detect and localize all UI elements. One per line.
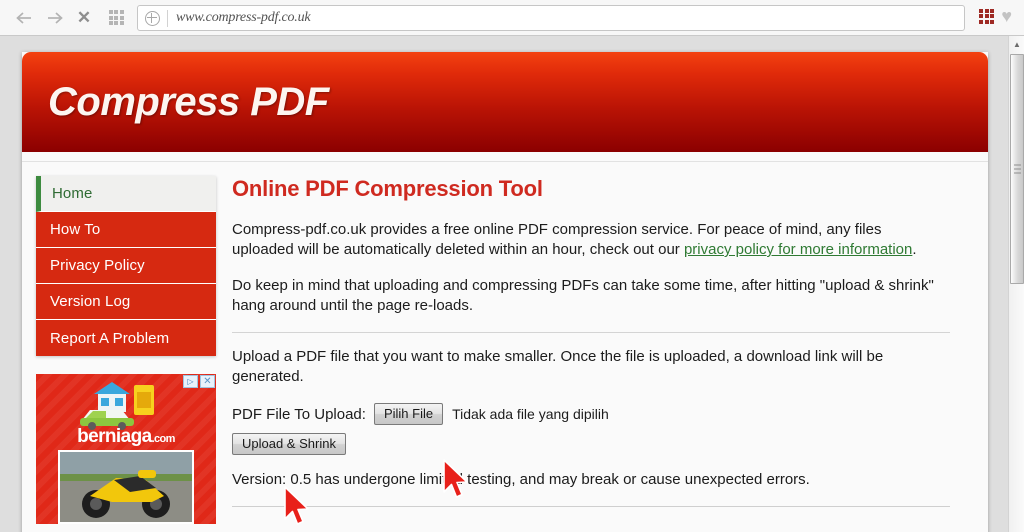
adchoices-icon[interactable]: ▷ (183, 375, 198, 388)
sidebar-item-label: Home (52, 185, 93, 202)
forward-arrow-icon[interactable] (39, 3, 69, 33)
browser-toolbar: ✕ www.compress-pdf.co.uk ♥ (0, 0, 1024, 36)
advertisement-banner[interactable]: ▷ ✕ berniaga.com (36, 374, 216, 524)
no-file-selected-text: Tidak ada file yang dipilih (452, 406, 609, 422)
url-text[interactable]: www.compress-pdf.co.uk (176, 10, 311, 26)
sidebar-item-label: Version Log (50, 293, 131, 310)
upload-and-shrink-button[interactable]: Upload & Shrink (232, 433, 346, 455)
sidebar-item-label: Privacy Policy (50, 257, 145, 274)
ad-brand-text: berniaga (77, 426, 152, 447)
url-divider (167, 9, 168, 27)
sidebar-item-how-to[interactable]: How To (36, 212, 216, 248)
stop-loading-icon[interactable]: ✕ (69, 3, 99, 33)
sidebar-item-label: How To (50, 221, 101, 238)
sidebar-item-privacy-policy[interactable]: Privacy Policy (36, 248, 216, 284)
version-notice: Version: 0.5 has undergone limited testi… (232, 471, 810, 488)
page-viewport: Compress PDF Home How To Privacy Policy (0, 36, 1024, 532)
sidebar-item-label: Report A Problem (50, 329, 170, 347)
sidebar-item-version-log[interactable]: Version Log (36, 284, 216, 320)
scrollbar-thumb-grip (1014, 164, 1021, 174)
intro-text-after-link: . (912, 241, 917, 258)
page-title: Online PDF Compression Tool (232, 176, 543, 201)
sidebar-nav: Home How To Privacy Policy Version Log R… (36, 176, 216, 356)
sidebar-item-home[interactable]: Home (36, 176, 216, 212)
scrollbar-thumb[interactable] (1010, 54, 1024, 284)
scroll-up-arrow[interactable]: ▲ (1009, 36, 1024, 53)
content-divider-bottom (232, 506, 950, 507)
sidebar: Home How To Privacy Policy Version Log R… (22, 176, 218, 524)
instructions-paragraph: Upload a PDF file that you want to make … (232, 348, 884, 385)
sidebar-item-report-a-problem[interactable]: Report A Problem (36, 320, 216, 356)
ad-controls: ▷ ✕ (183, 375, 215, 388)
globe-icon (145, 10, 160, 26)
submit-row: Upload & Shrink (232, 433, 958, 455)
site-header-banner: Compress PDF (22, 52, 988, 152)
vertical-scrollbar[interactable]: ▲ (1008, 36, 1024, 532)
ad-illustration-icon (80, 382, 154, 430)
ad-brand-tld: .com (151, 433, 176, 445)
main-content: Online PDF Compression Tool Compress-pdf… (218, 176, 988, 524)
toolbar-right-actions: ♥ (973, 4, 1018, 28)
notice-paragraph: Do keep in mind that uploading and compr… (232, 277, 934, 314)
address-bar[interactable]: www.compress-pdf.co.uk (137, 5, 965, 31)
privacy-policy-link[interactable]: privacy policy for more information (684, 241, 912, 258)
ad-brand-name: berniaga.com (36, 426, 216, 448)
upload-row: PDF File To Upload: Pilih File Tidak ada… (232, 403, 958, 425)
grid-extension-icon[interactable] (979, 8, 995, 24)
upload-field-label: PDF File To Upload: (232, 405, 366, 423)
ad-close-icon[interactable]: ✕ (200, 375, 215, 388)
website-card: Compress PDF Home How To Privacy Policy (22, 52, 988, 532)
site-title: Compress PDF (48, 79, 329, 124)
choose-file-button[interactable]: Pilih File (373, 403, 444, 425)
header-underline (22, 152, 988, 162)
grid-apps-glyph (108, 10, 124, 25)
ad-product-photo[interactable] (58, 450, 194, 524)
content-divider-top (232, 332, 950, 333)
intro-paragraph: Compress-pdf.co.uk provides a free onlin… (232, 220, 942, 260)
site-body: Home How To Privacy Policy Version Log R… (22, 162, 988, 524)
grid-apps-icon[interactable] (101, 3, 131, 33)
motorcycle-icon (60, 452, 192, 522)
ad-photo-inner (60, 452, 192, 522)
heart-icon[interactable]: ♥ (1001, 7, 1012, 25)
back-arrow-icon[interactable] (9, 3, 39, 33)
